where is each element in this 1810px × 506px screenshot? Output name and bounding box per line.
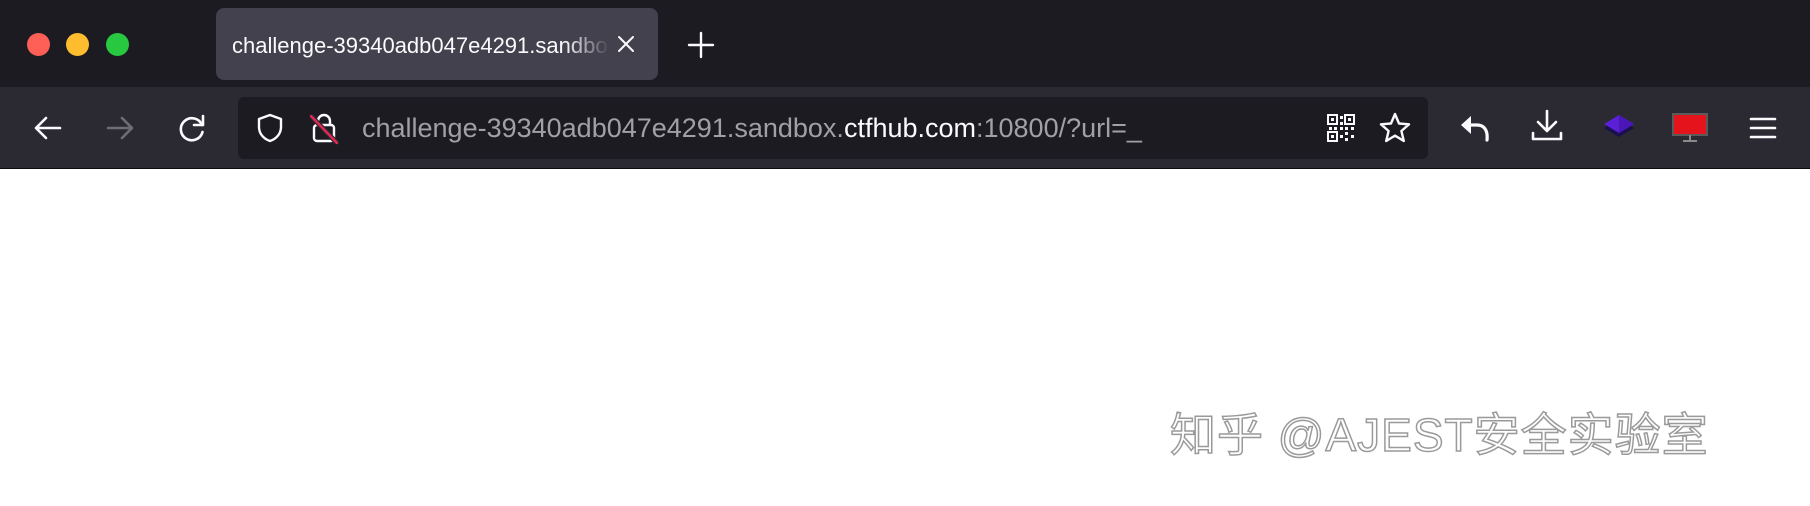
- window-close-button[interactable]: [27, 33, 50, 56]
- arrow-right-icon[interactable]: [100, 108, 140, 148]
- qr-code-icon[interactable]: [1326, 113, 1356, 143]
- tab-active[interactable]: challenge-39340adb047e4291.sandbox.ctfhu…: [216, 8, 658, 80]
- undo-icon[interactable]: [1455, 108, 1495, 148]
- new-tab-plus-icon[interactable]: [686, 30, 716, 60]
- url-prefix: challenge-39340adb047e4291.sandbox.: [362, 113, 844, 143]
- download-icon[interactable]: [1527, 106, 1567, 146]
- reload-icon[interactable]: [172, 108, 212, 148]
- url-domain: ctfhub.com: [843, 113, 976, 143]
- hamburger-menu-icon[interactable]: [1743, 108, 1783, 148]
- arrow-left-icon[interactable]: [28, 108, 68, 148]
- tab-strip: challenge-39340adb047e4291.sandbox.ctfhu…: [0, 0, 1810, 87]
- red-monitor-extension-icon[interactable]: [1670, 111, 1710, 145]
- browser-window: challenge-39340adb047e4291.sandbox.ctfhu…: [0, 0, 1810, 506]
- navigation-toolbar: challenge-39340adb047e4291.sandbox.ctfhu…: [0, 87, 1810, 169]
- insecure-lock-icon[interactable]: [308, 111, 340, 145]
- url-bar[interactable]: challenge-39340adb047e4291.sandbox.ctfhu…: [238, 97, 1428, 159]
- tab-close-icon[interactable]: [614, 32, 638, 56]
- url-suffix: :10800/?url=_: [976, 113, 1142, 143]
- url-text[interactable]: challenge-39340adb047e4291.sandbox.ctfhu…: [362, 97, 1142, 159]
- watermark-text: 知乎 @AJEST安全实验室: [1169, 408, 1709, 462]
- purple-layers-extension-icon[interactable]: [1599, 107, 1639, 147]
- window-maximize-button[interactable]: [106, 33, 129, 56]
- window-minimize-button[interactable]: [66, 33, 89, 56]
- shield-icon[interactable]: [254, 112, 286, 144]
- star-icon[interactable]: [1378, 111, 1412, 145]
- tab-title: challenge-39340adb047e4291.sandbox.ctfhu…: [232, 33, 610, 58]
